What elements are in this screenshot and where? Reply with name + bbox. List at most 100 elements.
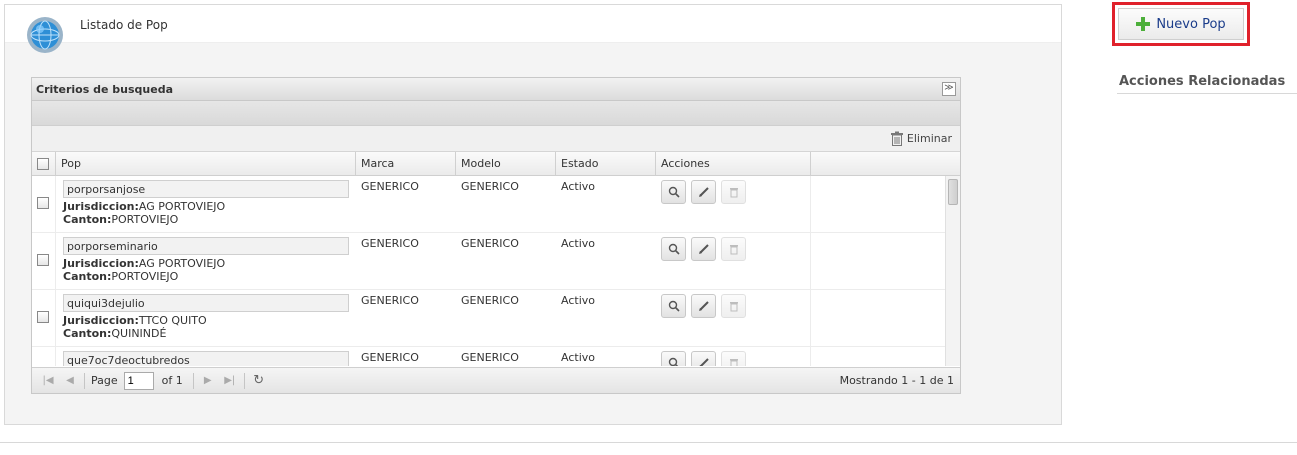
scrollbar-thumb[interactable] — [948, 179, 958, 205]
collapse-chevron-icon[interactable]: ≫ — [942, 82, 956, 96]
trash-icon — [890, 131, 903, 146]
first-page-icon[interactable]: |◀ — [40, 373, 56, 389]
jurisdiction-value: AG PORTOVIEJO — [138, 200, 226, 213]
delete-row-button[interactable] — [721, 180, 746, 204]
panel-title: Listado de Pop — [80, 18, 168, 32]
delete-row-button[interactable] — [721, 237, 746, 261]
plus-icon — [1136, 17, 1151, 31]
canton-label: Canton: — [63, 327, 112, 340]
table-row: quiqui3dejulio Jurisdiccion:TTCO QUITO C… — [32, 290, 960, 347]
row-checkbox-cell — [32, 290, 56, 346]
pager-separator — [243, 372, 245, 389]
canton-line: Canton:QUININDÉ — [63, 327, 349, 340]
modelo-cell: GENERICO — [461, 351, 519, 364]
row-checkbox[interactable] — [37, 254, 49, 266]
delete-button[interactable]: Eliminar — [890, 131, 952, 146]
magnifier-icon — [668, 186, 680, 198]
pop-list-panel: Listado de Pop Criterios de busqueda ≫ E… — [4, 4, 1062, 425]
pop-name-field[interactable]: quiqui3dejulio — [63, 294, 349, 312]
pop-name-field[interactable]: porporsanjose — [63, 180, 349, 198]
edit-button[interactable] — [691, 351, 716, 366]
pop-name-field[interactable]: porporseminario — [63, 237, 349, 255]
row-checkbox[interactable] — [37, 311, 49, 323]
canton-value: PORTOVIEJO — [111, 213, 179, 226]
column-header-acciones[interactable]: Acciones — [656, 152, 811, 175]
pencil-icon — [699, 358, 709, 366]
estado-cell: Activo — [561, 180, 595, 193]
trash-icon — [729, 245, 738, 255]
row-checkbox-cell — [32, 176, 56, 232]
related-actions-title: Acciones Relacionadas — [1119, 74, 1286, 89]
canton-value: QUININDÉ — [111, 327, 167, 340]
jurisdiction-line: Jurisdiccion:AG PORTOVIEJO — [63, 257, 349, 270]
row-checkbox[interactable] — [37, 197, 49, 209]
canton-label: Canton: — [63, 270, 112, 283]
page-total: of 1 — [161, 374, 183, 387]
column-header-estado[interactable]: Estado — [556, 152, 656, 175]
edit-button[interactable] — [691, 237, 716, 261]
row-checkbox-cell — [32, 233, 56, 289]
pop-cell: porporseminario Jurisdiccion:AG PORTOVIE… — [56, 233, 356, 289]
marca-cell: GENERICO — [361, 180, 419, 193]
jurisdiction-label: Jurisdiccion: — [63, 314, 139, 327]
grid-toolbar: Eliminar — [32, 126, 960, 152]
refresh-icon[interactable]: ↻ — [251, 373, 267, 389]
view-button[interactable] — [661, 180, 686, 204]
modelo-cell: GENERICO — [461, 294, 519, 307]
marca-cell: GENERICO — [361, 294, 419, 307]
select-all-checkbox[interactable] — [37, 158, 49, 170]
magnifier-icon — [668, 357, 678, 366]
table-row: que7oc7deoctubredos GENERICO GENERICO Ac… — [32, 347, 960, 366]
actions-cell — [656, 290, 811, 346]
jurisdiction-value: TTCO QUITO — [138, 314, 207, 327]
jurisdiction-line: Jurisdiccion:AG PORTOVIEJO — [63, 200, 349, 213]
new-pop-label: Nuevo Pop — [1156, 16, 1226, 32]
globe-gear-icon — [27, 17, 63, 53]
actions-cell — [656, 233, 811, 289]
jurisdiction-value: AG PORTOVIEJO — [138, 257, 226, 270]
estado-cell: Activo — [561, 237, 595, 250]
column-header-modelo[interactable]: Modelo — [456, 152, 556, 175]
modelo-cell: GENERICO — [461, 180, 519, 193]
trash-icon — [729, 359, 738, 366]
pop-name-field[interactable]: que7oc7deoctubredos — [63, 351, 349, 366]
actions-cell — [656, 176, 811, 232]
page-label: Page — [91, 374, 118, 387]
view-button[interactable] — [661, 351, 686, 366]
pencil-icon — [698, 187, 709, 197]
related-actions-divider — [1117, 93, 1297, 94]
page-number-input[interactable] — [123, 371, 154, 390]
column-header-pop[interactable]: Pop — [56, 152, 356, 175]
highlight-box: Nuevo Pop — [1112, 2, 1250, 46]
estado-cell: Activo — [561, 294, 595, 307]
trash-icon — [729, 302, 738, 312]
view-button[interactable] — [661, 294, 686, 318]
table-row: porporsanjose Jurisdiccion:AG PORTOVIEJO… — [32, 176, 960, 233]
prev-page-icon[interactable]: ◀ — [62, 373, 78, 389]
edit-button[interactable] — [691, 294, 716, 318]
vertical-scrollbar[interactable] — [945, 176, 960, 366]
modelo-cell: GENERICO — [461, 237, 519, 250]
actions-cell — [656, 347, 811, 366]
magnifier-icon — [668, 243, 680, 255]
pencil-icon — [698, 244, 709, 254]
canton-value: PORTOVIEJO — [111, 270, 179, 283]
table-row: porporseminario Jurisdiccion:AG PORTOVIE… — [32, 233, 960, 290]
pop-cell: quiqui3dejulio Jurisdiccion:TTCO QUITO C… — [56, 290, 356, 346]
pop-cell: que7oc7deoctubredos — [56, 347, 356, 366]
canton-line: Canton:PORTOVIEJO — [63, 270, 349, 283]
delete-row-button[interactable] — [721, 351, 746, 366]
jurisdiction-line: Jurisdiccion:TTCO QUITO — [63, 314, 349, 327]
edit-button[interactable] — [691, 180, 716, 204]
next-page-icon[interactable]: ▶ — [200, 373, 216, 389]
estado-cell: Activo — [561, 351, 595, 364]
last-page-icon[interactable]: ▶| — [222, 373, 238, 389]
new-pop-button[interactable]: Nuevo Pop — [1118, 8, 1244, 40]
pager-status: Mostrando 1 - 1 de 1 — [839, 374, 954, 387]
jurisdiction-label: Jurisdiccion: — [63, 257, 139, 270]
pager-separator — [192, 372, 194, 389]
marca-cell: GENERICO — [361, 237, 419, 250]
column-header-marca[interactable]: Marca — [356, 152, 456, 175]
delete-row-button[interactable] — [721, 294, 746, 318]
view-button[interactable] — [661, 237, 686, 261]
